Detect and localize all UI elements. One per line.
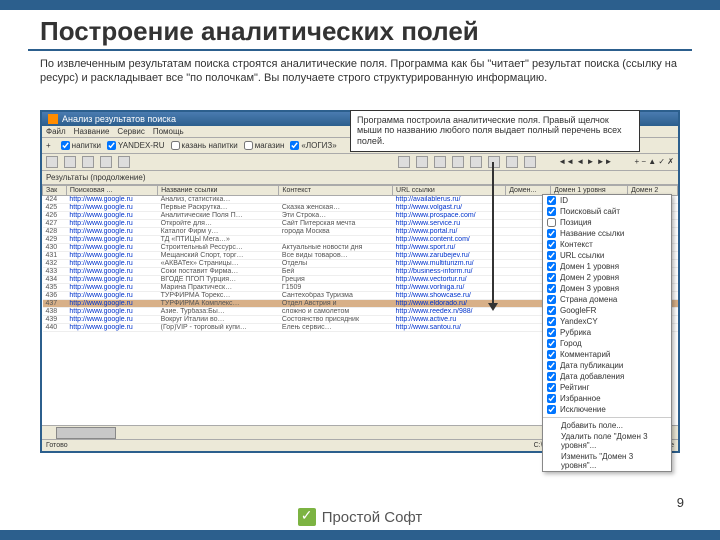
context-menu-item[interactable]: Рейтинг <box>543 382 671 393</box>
filter-checkbox[interactable]: «ЛОГИЗ» <box>290 141 336 150</box>
column-header[interactable]: Название ссылки <box>158 185 279 195</box>
context-menu-action[interactable]: Добавить поле... <box>543 420 671 431</box>
column-header[interactable]: Зак <box>43 185 67 195</box>
brand-name: Простой Софт <box>322 509 423 526</box>
menu-item[interactable]: Помощь <box>153 127 184 136</box>
menu-item[interactable]: Сервис <box>117 127 144 136</box>
tool-icon[interactable] <box>100 156 112 168</box>
slide-title: Построение аналитических полей <box>0 10 720 49</box>
context-menu-item[interactable]: Избранное <box>543 393 671 404</box>
tool-icon[interactable] <box>82 156 94 168</box>
column-header[interactable]: URL ссылки <box>393 185 506 195</box>
brand-check-icon <box>298 508 316 526</box>
menu-item[interactable]: Файл <box>46 127 66 136</box>
context-menu-item[interactable]: Страна домена <box>543 294 671 305</box>
context-menu-item[interactable]: Домен 2 уровня <box>543 272 671 283</box>
filter-checkbox[interactable]: YANDEX-RU <box>107 141 165 150</box>
context-menu-action[interactable]: Удалить поле "Домен 3 уровня"... <box>543 431 671 451</box>
tool-icon[interactable] <box>118 156 130 168</box>
app-icon <box>48 114 58 124</box>
context-menu-item[interactable]: URL ссылки <box>543 250 671 261</box>
context-menu-item[interactable]: Дата публикации <box>543 360 671 371</box>
tool-icon[interactable] <box>416 156 428 168</box>
section-label: Результаты (продолжение) <box>42 171 678 185</box>
callout-box: Программа построила аналитические поля. … <box>350 110 640 152</box>
tool-icon[interactable] <box>506 156 518 168</box>
intro-text: По извлеченным результатам поиска строят… <box>0 57 720 92</box>
column-header[interactable]: Поисковая ... <box>66 185 157 195</box>
column-header[interactable]: Контекст <box>279 185 393 195</box>
tool-icon[interactable] <box>64 156 76 168</box>
app-window: Анализ результатов поиска Файл Название Се… <box>40 110 680 453</box>
context-menu-item[interactable]: GoogleFR <box>543 305 671 316</box>
status-left: Готово <box>46 442 534 449</box>
context-menu-item[interactable]: Название ссылки <box>543 228 671 239</box>
context-menu-item[interactable]: YandexCY <box>543 316 671 327</box>
filter-checkbox[interactable]: напитки <box>61 141 101 150</box>
callout-arrow <box>492 162 494 305</box>
context-menu-item[interactable]: Исключение <box>543 404 671 415</box>
filter-checkbox[interactable]: магазин <box>244 141 285 150</box>
context-menu-item[interactable]: Позиция <box>543 217 671 228</box>
context-menu-item[interactable]: Поисковый сайт <box>543 206 671 217</box>
tool-icon[interactable] <box>434 156 446 168</box>
context-menu-item[interactable]: Дата добавления <box>543 371 671 382</box>
tool-icon[interactable] <box>488 156 500 168</box>
context-menu-item[interactable]: Домен 1 уровня <box>543 261 671 272</box>
context-menu-item[interactable]: Контекст <box>543 239 671 250</box>
context-menu-item[interactable]: Рубрика <box>543 327 671 338</box>
context-menu-action[interactable]: Изменить "Домен 3 уровня"... <box>543 451 671 471</box>
menu-item[interactable]: Название <box>74 127 110 136</box>
tool-icon[interactable] <box>524 156 536 168</box>
context-menu[interactable]: IDПоисковый сайтПозицияНазвание ссылкиКо… <box>542 194 672 472</box>
window-title: Анализ результатов поиска <box>62 114 176 124</box>
footer: Простой Софт <box>0 508 720 526</box>
tool-icon[interactable] <box>452 156 464 168</box>
icon-toolbar[interactable]: ◄◄ ◄ ► ►► + − ▲ ✓ ✗ <box>42 154 678 171</box>
tool-icon[interactable] <box>470 156 482 168</box>
context-menu-item[interactable]: Город <box>543 338 671 349</box>
context-menu-item[interactable]: Комментарий <box>543 349 671 360</box>
context-menu-item[interactable]: Домен 3 уровня <box>543 283 671 294</box>
tool-icon[interactable] <box>46 156 58 168</box>
context-menu-item[interactable]: ID <box>543 195 671 206</box>
filter-checkbox[interactable]: казань напитки <box>171 141 238 150</box>
tool-icon[interactable] <box>398 156 410 168</box>
